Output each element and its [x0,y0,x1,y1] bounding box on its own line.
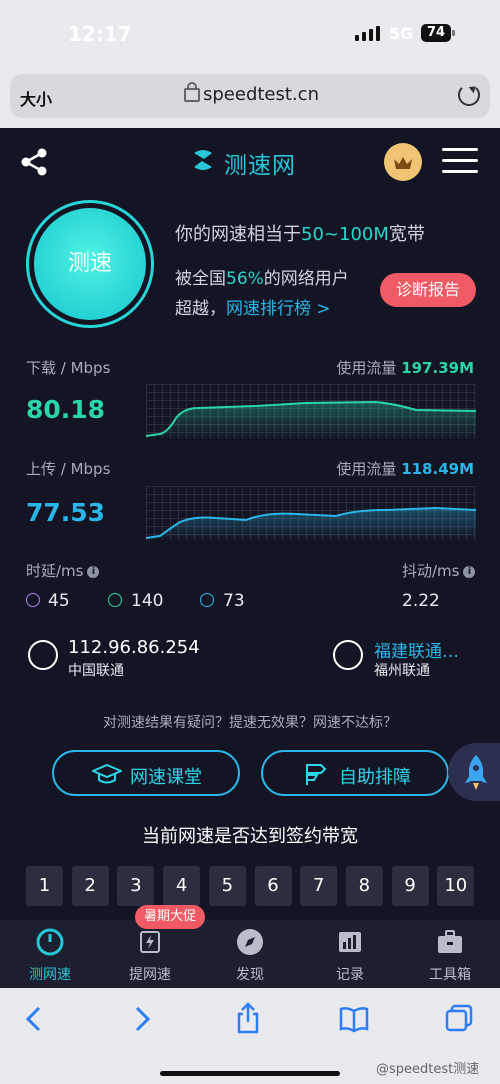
battery-tip [452,30,455,36]
survey-option-button[interactable]: 2 [71,866,109,906]
tabs-icon[interactable] [444,1003,474,1037]
survey-option-button[interactable]: 5 [208,866,246,906]
watermark: @speedtest测速 [376,1062,480,1077]
latency-download-icon [108,593,122,607]
info-icon[interactable]: i [87,565,100,578]
survey-option-button[interactable]: 8 [345,866,383,906]
survey-option-button[interactable]: 3 [117,866,155,906]
info-icon[interactable]: i [463,565,476,578]
text-size-button[interactable]: 大小 [20,86,52,110]
network-type: 5G [389,24,414,43]
upload-value: 77.53 [26,498,106,527]
speedometer-icon [36,928,64,956]
graduation-cap-icon [90,763,124,785]
crown-icon [393,155,413,169]
promo-badge: 暑期大促 [135,905,205,929]
status-time: 12:17 [68,22,132,46]
upload-chart-area [146,508,476,540]
signal-icon [355,26,380,41]
beat-text: 被全国56%的网络用户 [175,269,349,289]
location-pin-icon [28,640,58,670]
rocket-button[interactable] [448,743,500,801]
upload-label: 上传 / Mbps [26,460,111,478]
tab-label: 提网速 [129,967,171,983]
home-indicator [160,1071,340,1076]
lock-icon [184,82,200,102]
tab-speed-test[interactable]: 测网速 [15,928,85,984]
question-text: 对测速结果有疑问？提速无效果？网速不达标？ [103,715,397,731]
vip-crown-button[interactable] [384,143,422,181]
self-troubleshoot-label: 自助排障 [339,767,411,788]
tab-label: 测网速 [29,967,71,983]
jitter-value: 2.22 [402,591,440,611]
chip-bolt-icon [136,928,164,956]
speed-class-button[interactable]: 网速课堂 [52,750,240,796]
latency-download-value: 140 [131,591,164,611]
client-ip: 112.96.86.254 [68,637,200,658]
self-troubleshoot-button[interactable]: 自助排障 [261,750,449,796]
survey-option-button[interactable]: 6 [254,866,292,906]
share-icon[interactable] [18,146,50,178]
menu-icon[interactable] [442,148,478,176]
tab-records[interactable]: 记录 [315,928,385,984]
logo-icon [188,145,218,175]
chart-icon [336,928,364,956]
latency-idle-icon [26,593,40,607]
back-icon[interactable] [24,1005,44,1037]
client-isp: 中国联通 [68,663,124,679]
latency-idle-value: 45 [48,591,70,611]
server-name-link[interactable]: 福建联通… [374,637,459,662]
speed-class-label: 网速课堂 [130,767,202,788]
tab-toolbox[interactable]: 工具箱 [415,928,485,984]
start-test-button[interactable]: 测速 [34,208,146,320]
speed-equivalent-text: 你的网速相当于50~100M宽带 [175,224,425,245]
survey-option-button[interactable]: 10 [437,866,475,906]
latency-upload-icon [200,593,214,607]
url-text[interactable]: speedtest.cn [203,84,319,105]
signpost-icon [301,762,327,786]
logo-text: 测速网 [224,153,296,179]
tab-discover[interactable]: 发现 [215,928,285,984]
bookmarks-icon[interactable] [338,1005,370,1037]
ranking-link[interactable]: 网速排行榜 > [226,299,331,319]
beat-text-line2: 超越，网速排行榜 > [175,299,331,319]
share-sheet-icon[interactable] [234,1002,262,1038]
server-city: 福州联通 [374,663,430,679]
survey-option-button[interactable]: 1 [26,866,63,906]
forward-icon[interactable] [132,1005,152,1037]
compass-icon [236,928,264,956]
survey-title: 当前网速是否达到签约带宽 [142,826,358,847]
survey-option-button[interactable]: 4 [163,866,201,906]
globe-icon [333,640,363,670]
tab-boost[interactable]: 提网速 [115,928,185,984]
reload-icon[interactable] [458,84,480,106]
survey-option-button[interactable]: 9 [391,866,429,906]
tab-label: 发现 [236,967,264,983]
survey-option-button[interactable]: 7 [300,866,338,906]
tab-label: 记录 [336,967,364,983]
download-flow: 使用流量 197.39M [336,359,474,377]
toolbox-icon [436,928,464,956]
diagnose-report-button[interactable]: 诊断报告 [380,273,476,307]
download-chart [146,384,476,438]
download-label: 下载 / Mbps [26,359,111,377]
latency-label: 时延/ms i [26,560,100,581]
rocket-icon [462,753,490,795]
battery-icon: 74 [421,24,451,42]
jitter-label: 抖动/ms i [402,560,476,581]
tab-label: 工具箱 [429,967,471,983]
upload-flow: 使用流量 118.49M [336,460,474,478]
upload-chart [146,486,476,540]
download-value: 80.18 [26,395,106,424]
latency-upload-value: 73 [223,591,245,611]
